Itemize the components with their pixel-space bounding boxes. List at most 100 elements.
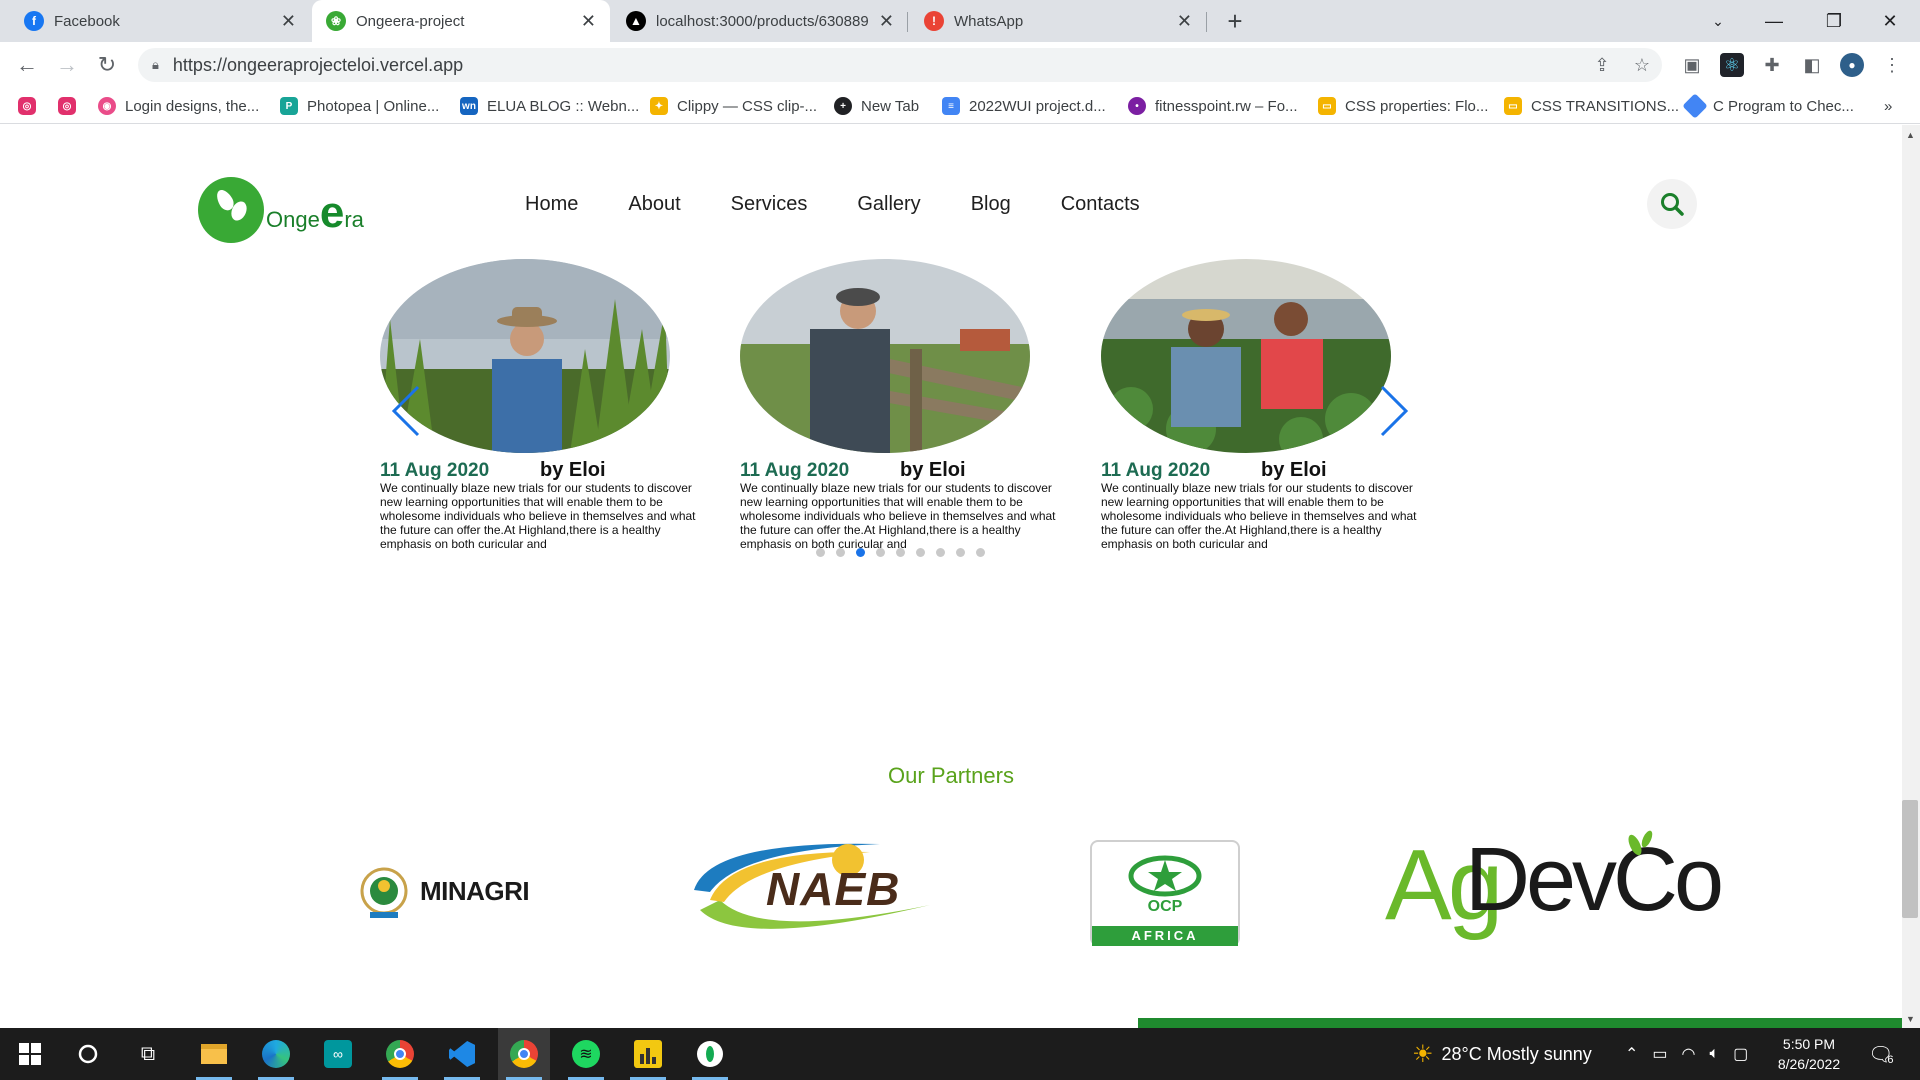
nav-contacts[interactable]: Contacts <box>1061 193 1140 216</box>
nav-services[interactable]: Services <box>731 193 808 216</box>
task-view-button[interactable]: ⧉ <box>122 1028 174 1080</box>
tab-search-icon[interactable]: ⌄ <box>1690 0 1746 42</box>
chrome-active-button[interactable] <box>498 1028 550 1080</box>
avatar[interactable]: ● <box>1840 53 1864 77</box>
battery-icon[interactable]: ▭ <box>1652 1044 1667 1064</box>
blog-card[interactable]: 11 Aug 2020 by Eloi We continually blaze… <box>380 259 700 551</box>
post-author: by Eloi <box>540 459 606 481</box>
carousel-dot[interactable] <box>956 548 965 557</box>
meet-icon[interactable]: ▢ <box>1733 1044 1748 1064</box>
tab-localhost[interactable]: ▲ localhost:3000/products/630889 ✕ <box>612 0 908 42</box>
system-clock[interactable]: 5:50 PM 8/26/2022 <box>1764 1034 1854 1074</box>
close-window-button[interactable]: ✕ <box>1862 0 1918 42</box>
nav-about[interactable]: About <box>628 193 680 216</box>
notification-center-button[interactable]: 🗨︎ 6 <box>1868 1028 1894 1080</box>
tab-ongeera[interactable]: ❀ Ongeera-project ✕ <box>312 0 610 42</box>
carousel-dot[interactable] <box>936 548 945 557</box>
address-bar[interactable]: 🔒︎ https://ongeeraprojecteloi.vercel.app <box>138 48 1662 82</box>
leaf-icon: ❀ <box>326 11 346 31</box>
site-logo[interactable]: Ongeera <box>198 173 364 243</box>
carousel-prev-button[interactable] <box>390 383 422 453</box>
arduino-button[interactable]: ∞ <box>312 1028 364 1080</box>
agdevco-logo[interactable]: Ag DevCo <box>1385 825 1724 955</box>
bookmark-fitnesspoint[interactable]: • fitnesspoint.rw – Fo... <box>1128 95 1298 117</box>
reload-icon[interactable]: ↻ <box>92 50 122 80</box>
carousel-dot[interactable] <box>976 548 985 557</box>
vscode-button[interactable] <box>436 1028 488 1080</box>
scroll-thumb[interactable] <box>1902 800 1918 918</box>
bookmark-css-transitions[interactable]: ▭ CSS TRANSITIONS... <box>1504 95 1679 117</box>
bookmark-label: Login designs, the... <box>125 97 260 115</box>
close-icon[interactable]: ✕ <box>879 11 894 32</box>
carousel-dot[interactable] <box>916 548 925 557</box>
carousel-dot-active[interactable] <box>856 548 865 557</box>
close-icon[interactable]: ✕ <box>581 11 596 32</box>
nav-gallery[interactable]: Gallery <box>857 193 920 216</box>
tab-whatsapp[interactable]: ! WhatsApp ✕ <box>910 0 1206 42</box>
main-nav: Home About Services Gallery Blog Contact… <box>525 193 1190 216</box>
windows-taskbar: ⧉ ∞ ≋ ☀ 28°C Mostly sunny ⌃ ▭ ◠ 🔈︎ ▢ 5:5… <box>0 1028 1920 1080</box>
blog-card[interactable]: 11 Aug 2020 by Eloi We continually blaze… <box>1101 259 1421 551</box>
tab-facebook[interactable]: f Facebook ✕ <box>10 0 310 42</box>
blog-card[interactable]: 11 Aug 2020 by Eloi We continually blaze… <box>740 259 1060 551</box>
close-icon[interactable]: ✕ <box>281 11 296 32</box>
naeb-logo[interactable]: NAEB <box>680 830 940 945</box>
bookmark-css-properties[interactable]: ▭ CSS properties: Flo... <box>1318 95 1488 117</box>
back-icon[interactable]: ← <box>12 50 42 80</box>
bookmark-clippy[interactable]: ✦ Clippy — CSS clip-... <box>650 95 817 117</box>
footer-accent-bar <box>1138 1018 1902 1028</box>
chrome-button[interactable] <box>374 1028 426 1080</box>
extensions-icon[interactable]: ✚ <box>1760 53 1784 77</box>
close-icon[interactable]: ✕ <box>1177 11 1192 32</box>
bookmark-star-icon[interactable]: ☆ <box>1630 53 1654 77</box>
minagri-text: MINAGRI <box>420 875 530 906</box>
bookmark-instagram[interactable]: ◎ <box>18 95 45 117</box>
minagri-logo[interactable]: MINAGRI <box>360 860 530 922</box>
rwanda-seal-icon <box>360 867 408 918</box>
search-taskbar-button[interactable] <box>62 1028 114 1080</box>
bookmark-instagram-2[interactable]: ◎ <box>58 95 85 117</box>
post-excerpt: We continually blaze new trials for our … <box>740 481 1056 551</box>
mongodb-compass-button[interactable] <box>684 1028 736 1080</box>
chevron-up-icon[interactable]: ⌃ <box>1625 1044 1638 1064</box>
weather-widget[interactable]: ☀ 28°C Mostly sunny <box>1412 1028 1592 1080</box>
powerbi-button[interactable] <box>622 1028 674 1080</box>
carousel-dot[interactable] <box>876 548 885 557</box>
search-icon <box>1661 193 1684 216</box>
nav-home[interactable]: Home <box>525 193 578 216</box>
forward-icon[interactable]: → <box>52 50 82 80</box>
bookmark-c-program[interactable]: C Program to Chec... <box>1682 93 1854 119</box>
start-button[interactable] <box>4 1028 56 1080</box>
search-button[interactable] <box>1647 179 1697 229</box>
picture-in-picture-icon[interactable]: ▣ <box>1680 53 1704 77</box>
share-icon[interactable]: ⇪ <box>1590 53 1614 77</box>
file-explorer-button[interactable] <box>188 1028 240 1080</box>
nav-blog[interactable]: Blog <box>971 193 1011 216</box>
bookmark-login-designs[interactable]: ◉ Login designs, the... <box>98 95 259 117</box>
react-devtools-icon[interactable]: ⚛ <box>1720 53 1744 77</box>
edge-button[interactable] <box>250 1028 302 1080</box>
farmer-cornfield-image <box>380 259 670 453</box>
more-bookmarks-button[interactable]: » <box>1884 95 1892 117</box>
scroll-down-icon[interactable]: ▼ <box>1906 1014 1915 1024</box>
side-panel-icon[interactable]: ◧ <box>1800 53 1824 77</box>
carousel-dot[interactable] <box>816 548 825 557</box>
carousel-dot[interactable] <box>896 548 905 557</box>
bookmark-photopea[interactable]: P Photopea | Online... <box>280 95 439 117</box>
scroll-up-icon[interactable]: ▲ <box>1906 130 1915 140</box>
menu-icon[interactable]: ⋮ <box>1880 53 1904 77</box>
bookmark-elua-blog[interactable]: wn ELUA BLOG :: Webn... <box>460 95 639 117</box>
tab-title: localhost:3000/products/630889 <box>656 12 869 30</box>
clock-time: 5:50 PM <box>1782 1036 1836 1052</box>
bookmark-new-tab[interactable]: + New Tab <box>834 95 919 117</box>
new-tab-button[interactable]: + <box>1220 6 1250 37</box>
carousel-dot[interactable] <box>836 548 845 557</box>
bookmark-2022wui[interactable]: ≡ 2022WUI project.d... <box>942 95 1106 117</box>
restore-button[interactable]: ❐ <box>1806 0 1862 42</box>
spotify-button[interactable]: ≋ <box>560 1028 612 1080</box>
wifi-icon[interactable]: ◠ <box>1682 1044 1696 1064</box>
volume-icon[interactable]: 🔈︎ <box>1710 1045 1720 1063</box>
carousel-next-button[interactable] <box>1378 383 1410 453</box>
minimize-button[interactable]: — <box>1746 0 1802 42</box>
ocp-africa-logo[interactable]: OCP AFRICA <box>1090 840 1240 946</box>
